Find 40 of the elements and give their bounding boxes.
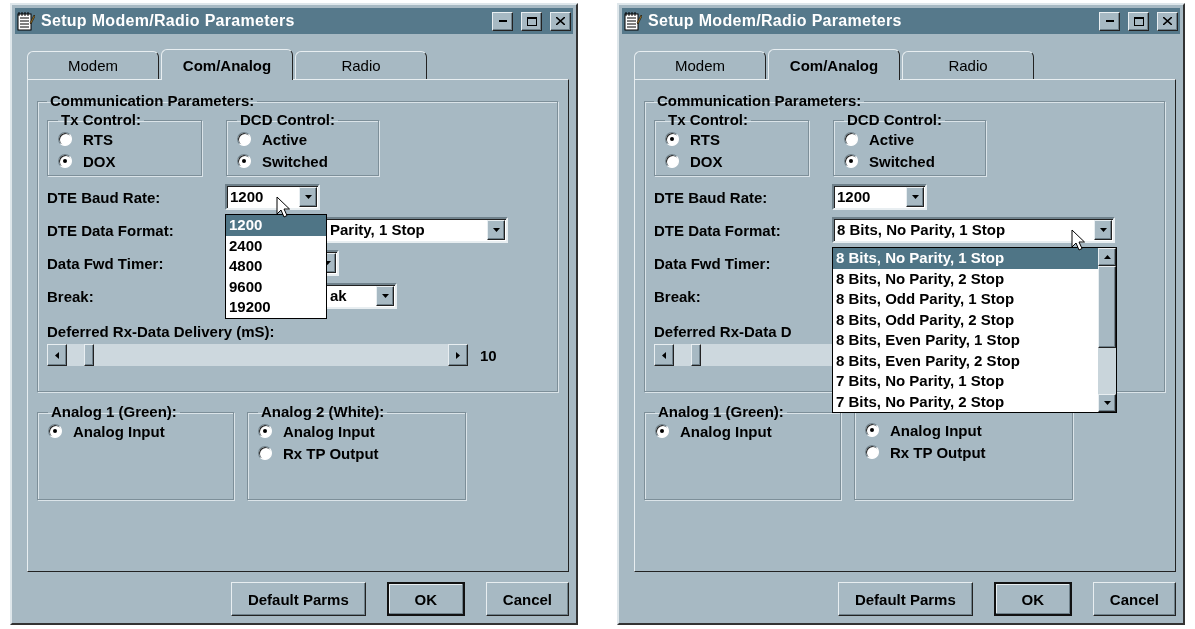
field-label: DTE Data Format: xyxy=(654,221,782,239)
radio-label: Analog Input xyxy=(73,422,165,440)
radio-label: RTS xyxy=(83,130,113,148)
group-label: Analog 1 (Green): xyxy=(50,404,178,420)
window-title: Setup Modem/Radio Parameters xyxy=(648,12,903,30)
combo-value: 1200 xyxy=(230,188,265,206)
group-label: Communication Parameters: xyxy=(656,92,863,110)
group-label: Tx Control: xyxy=(60,112,142,128)
radio-label: Switched xyxy=(262,152,328,170)
radio-label: Active xyxy=(262,130,308,148)
radio-label: Rx TP Output xyxy=(890,443,986,461)
slider-label: Deferred Rx-Data Delivery (mS): xyxy=(47,323,276,340)
radio-label: RTS xyxy=(690,130,720,148)
radio-label: Switched xyxy=(869,152,935,170)
group-label: DCD Control: xyxy=(239,112,336,128)
field-label: DTE Baud Rate: xyxy=(47,188,162,206)
radio-label: DOX xyxy=(83,152,116,170)
group-label: Tx Control: xyxy=(667,112,749,128)
group-label: DCD Control: xyxy=(846,112,943,128)
field-label: Break: xyxy=(47,287,95,305)
field-label: Data Fwd Timer: xyxy=(654,254,772,272)
radio-label: Analog Input xyxy=(283,422,375,440)
field-label: DTE Data Format: xyxy=(47,221,175,239)
radio-label: Analog Input xyxy=(890,421,982,439)
radio-label: Active xyxy=(869,130,915,148)
group-label: Analog 2 (White): xyxy=(260,404,386,420)
window-title: Setup Modem/Radio Parameters xyxy=(41,12,296,30)
field-label: DTE Baud Rate: xyxy=(654,188,769,206)
combo-value: 8 Bits, No Parity, 1 Stop xyxy=(837,221,1007,239)
combo-value: Parity, 1 Stop xyxy=(330,221,426,239)
field-label: Data Fwd Timer: xyxy=(47,254,165,272)
slider-value: 10 xyxy=(480,346,497,364)
group-label: Communication Parameters: xyxy=(49,92,256,110)
group-label: Analog 1 (Green): xyxy=(657,404,785,420)
combo-value: 1200 xyxy=(837,188,872,206)
radio-label: Analog Input xyxy=(680,422,772,440)
field-label: Break: xyxy=(654,287,702,305)
radio-label: Rx TP Output xyxy=(283,444,379,462)
radio-label: DOX xyxy=(690,152,723,170)
combo-value: ak xyxy=(330,287,348,305)
